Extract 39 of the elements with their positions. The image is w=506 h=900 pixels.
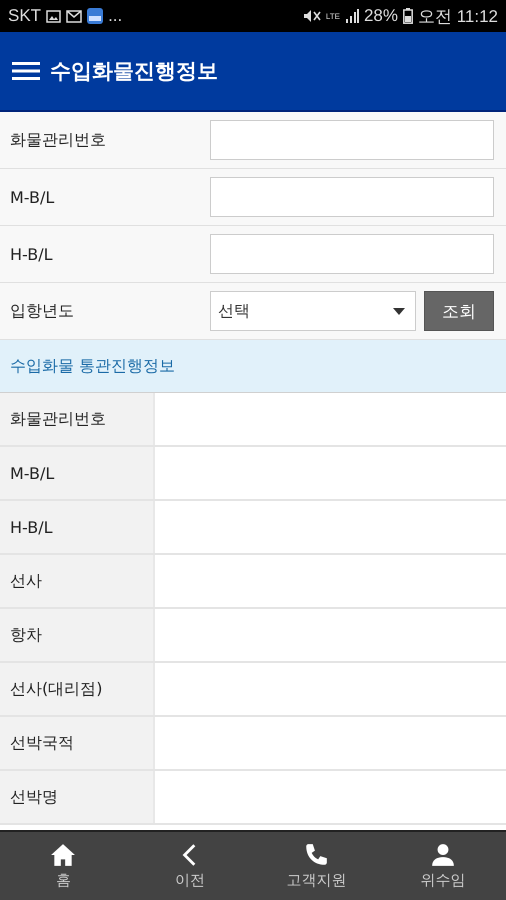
battery-icon [402, 8, 413, 24]
more-notifications: ... [108, 6, 122, 26]
battery-percent: 28% [364, 6, 398, 26]
home-icon [50, 842, 76, 868]
field-label: M-B/L [10, 188, 56, 206]
section-title: 수입화물 통관진행정보 [10, 356, 176, 376]
signal-icon [344, 9, 359, 23]
nav-tab[interactable]: 홈 [0, 832, 126, 900]
field-label: H-B/L [10, 244, 54, 264]
row-label: 항차 [10, 624, 42, 646]
page-title: 수입화물진행정보 [50, 58, 218, 85]
row-label: 선사(대리점) [10, 678, 102, 700]
person-icon [430, 842, 456, 868]
mute-icon [302, 9, 321, 23]
row-label: M-B/L [10, 464, 54, 482]
row-label: H-B/L [10, 518, 53, 536]
row-label: 선사 [10, 570, 42, 592]
field-label: 화물관리번호 [10, 130, 107, 150]
row-label: 선박명 [10, 786, 58, 808]
nav-tab[interactable]: 위수임 [380, 832, 506, 900]
caret-icon [393, 308, 405, 314]
carrier-name: SKT [8, 6, 42, 26]
mail-icon [66, 10, 82, 22]
app-icon [87, 8, 104, 24]
input-field[interactable] [210, 120, 494, 160]
year-dropdown[interactable]: 선택 [210, 291, 416, 331]
image-icon [46, 10, 62, 22]
nav-tab[interactable]: 이전 [126, 832, 253, 900]
row-label: 선박국적 [10, 732, 74, 754]
menu-icon [12, 61, 40, 81]
nav-tab[interactable]: 고객지원 [253, 832, 380, 900]
clock-time: 오전 11:12 [418, 6, 498, 28]
menu-button[interactable] [12, 61, 40, 81]
input-field[interactable] [210, 234, 494, 274]
field-label: 입항년도 [10, 300, 75, 322]
search-button[interactable]: 조회 [424, 291, 494, 331]
row-label: 화물관리번호 [10, 408, 106, 430]
network-type: LTE [326, 12, 340, 20]
input-field[interactable] [210, 177, 494, 217]
